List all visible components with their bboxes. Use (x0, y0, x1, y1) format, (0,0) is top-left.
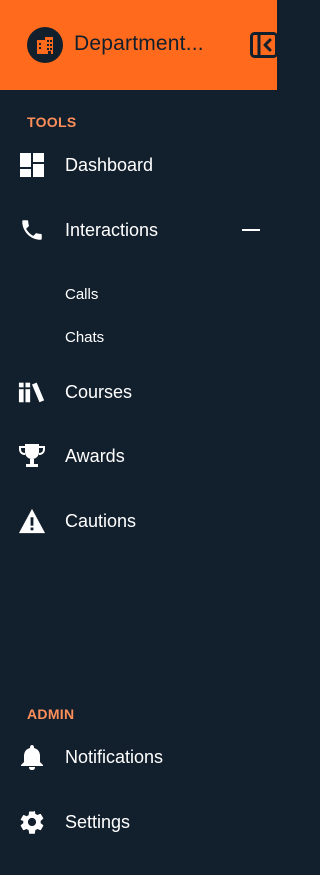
sidebar-item-awards[interactable]: Awards (0, 434, 277, 478)
sidebar-item-label: Awards (65, 446, 125, 466)
section-label-tools: TOOLS (27, 114, 77, 130)
sidebar-item-notifications[interactable]: Notifications (0, 735, 277, 779)
sidebar-collapse-button[interactable] (250, 32, 277, 58)
sidebar-collapse-icon (250, 32, 277, 58)
sidebar-subitem-chats[interactable]: Chats (65, 329, 104, 347)
department-avatar[interactable] (27, 27, 63, 63)
sidebar: Department... TOOLS Dashboard Interactio… (0, 0, 277, 875)
section-label-admin: ADMIN (27, 706, 75, 722)
sidebar-item-interactions[interactable]: Interactions (0, 208, 277, 252)
warning-icon (18, 507, 46, 535)
trophy-icon (18, 442, 46, 470)
bell-icon (18, 743, 46, 771)
building-icon (37, 37, 53, 54)
gear-icon (18, 808, 46, 836)
sidebar-item-label: Courses (65, 382, 133, 402)
sidebar-item-label: Settings (65, 812, 131, 832)
department-name[interactable]: Department... (74, 31, 204, 57)
sidebar-item-courses[interactable]: Courses (0, 370, 277, 414)
sidebar-header: Department... (0, 0, 277, 90)
books-icon (18, 378, 46, 406)
sidebar-item-label: Interactions (65, 220, 159, 240)
sidebar-item-label: Notifications (65, 747, 164, 767)
sidebar-item-settings[interactable]: Settings (0, 800, 277, 844)
sidebar-subitem-calls[interactable]: Calls (65, 286, 98, 304)
phone-icon (18, 216, 46, 244)
sidebar-item-label: Dashboard (65, 155, 154, 175)
collapse-minus-icon[interactable] (242, 229, 260, 231)
dashboard-icon (18, 151, 46, 179)
sidebar-item-label: Cautions (65, 511, 137, 531)
sidebar-item-cautions[interactable]: Cautions (0, 499, 277, 543)
sidebar-item-dashboard[interactable]: Dashboard (0, 143, 277, 187)
